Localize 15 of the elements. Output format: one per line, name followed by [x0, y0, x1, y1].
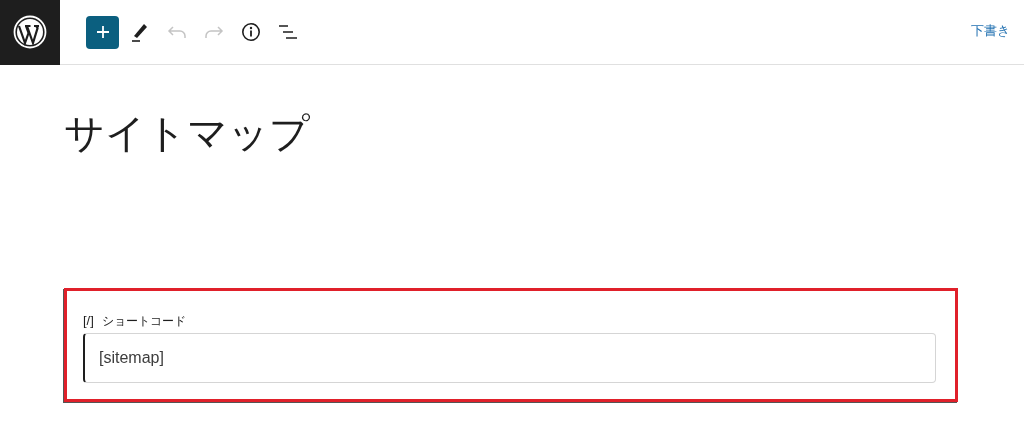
wordpress-icon [13, 15, 47, 49]
shortcode-block[interactable]: [/] ショートコード [sitemap] [64, 288, 958, 402]
wordpress-logo[interactable] [0, 0, 60, 65]
add-block-button[interactable] [86, 15, 119, 49]
plus-icon [94, 24, 111, 40]
list-icon [277, 24, 298, 40]
post-title[interactable]: サイトマップ [64, 109, 1024, 157]
shortcode-input[interactable]: [sitemap] [83, 332, 936, 383]
pencil-icon [129, 21, 150, 43]
info-icon [240, 22, 261, 42]
undo-icon [166, 25, 187, 39]
redo-icon [203, 25, 224, 39]
shortcode-icon: [/] [83, 311, 94, 331]
block-label: ショートコード [101, 312, 186, 330]
save-draft-button[interactable]: 下書き [971, 21, 1010, 41]
